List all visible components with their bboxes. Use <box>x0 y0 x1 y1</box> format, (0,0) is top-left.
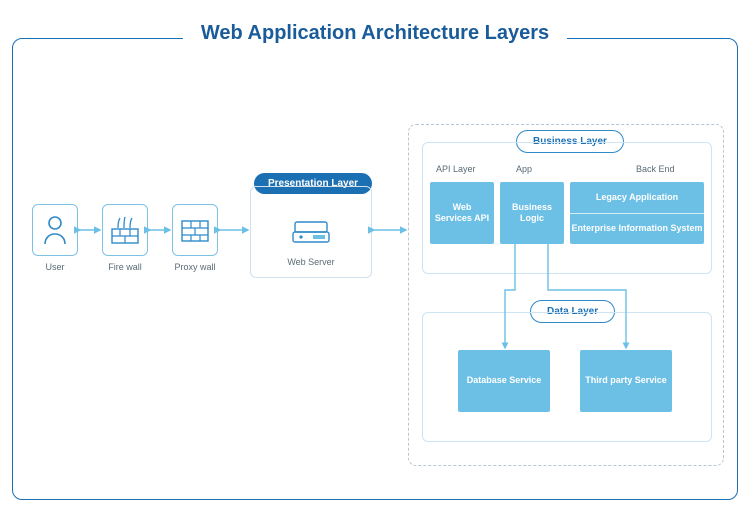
component-business-logic: Business Logic <box>500 182 564 244</box>
col-header-backend: Back End <box>636 164 675 174</box>
component-eis: Enterprise Information System <box>570 214 704 245</box>
firewall-icon <box>102 204 148 256</box>
diagram-title: Web Application Architecture Layers <box>183 22 567 45</box>
col-header-app: App <box>516 164 532 174</box>
proxy-icon <box>172 204 218 256</box>
node-proxy: Proxy wall <box>172 204 218 272</box>
component-web-services-api: Web Services API <box>430 182 494 244</box>
user-icon <box>32 204 78 256</box>
component-legacy-app: Legacy Application <box>570 182 704 214</box>
component-database-service: Database Service <box>458 350 550 412</box>
webserver-label: Web Server <box>251 257 371 267</box>
server-icon <box>285 211 337 251</box>
component-third-party: Third party Service <box>580 350 672 412</box>
presentation-layer-box: Web Server <box>250 186 372 278</box>
node-user-label: User <box>32 262 78 272</box>
node-firewall: Fire wall <box>102 204 148 272</box>
component-backend-stack: Legacy Application Enterprise Informatio… <box>570 182 704 244</box>
node-proxy-label: Proxy wall <box>172 262 218 272</box>
col-header-api: API Layer <box>436 164 476 174</box>
node-firewall-label: Fire wall <box>102 262 148 272</box>
node-user: User <box>32 204 78 272</box>
